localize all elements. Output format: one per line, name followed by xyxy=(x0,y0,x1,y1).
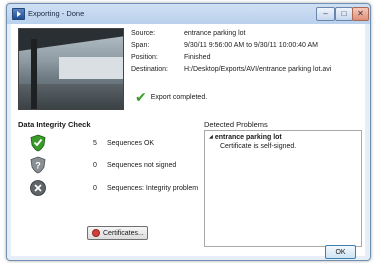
shield-problem-icon xyxy=(30,180,46,196)
certificates-button[interactable]: Certificates... xyxy=(87,226,148,240)
unsigned-count: 0 xyxy=(93,162,97,169)
ok-button[interactable]: OK xyxy=(325,245,356,259)
status-text: Export completed. xyxy=(150,93,208,101)
preview-building xyxy=(59,57,123,79)
maximize-button[interactable]: □ xyxy=(335,7,353,21)
dialog-body: Source: entrance parking lot Span: 9/30/… xyxy=(11,24,365,259)
span-label: Span: xyxy=(131,42,150,49)
minimize-button[interactable]: – xyxy=(316,7,335,21)
video-preview-thumbnail xyxy=(18,28,124,110)
export-dialog: Exporting - Done – □ ✕ Source: entrance … xyxy=(6,3,371,261)
unsigned-label: Sequences not signed xyxy=(107,162,177,169)
integrity-row-ok: 5 Sequences OK xyxy=(18,134,198,154)
destination-label: Destination: xyxy=(131,66,168,73)
span-value: 9/30/11 9:56:00 AM to 9/30/11 10:00:40 A… xyxy=(184,42,319,49)
ok-count: 5 xyxy=(93,140,97,147)
source-value: entrance parking lot xyxy=(184,30,246,37)
integrity-title: Data Integrity Check xyxy=(18,120,91,129)
problem-label: Sequences: Integrity problem xyxy=(107,185,199,192)
tree-node[interactable]: ◢ entrance parking lot xyxy=(209,134,282,141)
shield-ok-icon xyxy=(30,134,46,152)
app-icon xyxy=(12,8,25,20)
position-label: Position: xyxy=(131,54,158,61)
title-bar: Exporting - Done – □ ✕ xyxy=(7,4,370,23)
ok-label: Sequences OK xyxy=(107,140,155,147)
problem-count: 0 xyxy=(93,185,97,192)
position-value: Finished xyxy=(184,54,211,61)
certificates-label: Certificates... xyxy=(103,229,144,237)
detected-problems-section: Detected Problems ◢ entrance parking lot … xyxy=(204,120,362,247)
integrity-row-problem: 0 Sequences: Integrity problem xyxy=(18,179,198,199)
source-label: Source: xyxy=(131,30,156,37)
checkmark-icon: ✔ xyxy=(135,89,147,105)
destination-value: H:/Desktop/Exports/AVI/entrance parking … xyxy=(184,66,332,73)
export-status: ✔ Export completed. xyxy=(135,89,208,105)
shield-unsigned-icon: ? xyxy=(30,156,46,174)
problems-title: Detected Problems xyxy=(204,120,268,129)
certificate-icon xyxy=(92,229,100,237)
integrity-row-unsigned: ? 0 Sequences not signed xyxy=(18,156,198,176)
window-title: Exporting - Done xyxy=(28,9,85,18)
preview-pillar xyxy=(31,39,37,109)
tree-node-label: entrance parking lot xyxy=(214,134,282,141)
tree-child-item[interactable]: Certificate is self-signed. xyxy=(220,143,296,150)
svg-text:?: ? xyxy=(35,161,41,171)
expand-arrow-icon[interactable]: ◢ xyxy=(209,134,213,140)
problems-tree[interactable]: ◢ entrance parking lot Certificate is sel… xyxy=(204,130,362,247)
close-button[interactable]: ✕ xyxy=(352,7,369,21)
